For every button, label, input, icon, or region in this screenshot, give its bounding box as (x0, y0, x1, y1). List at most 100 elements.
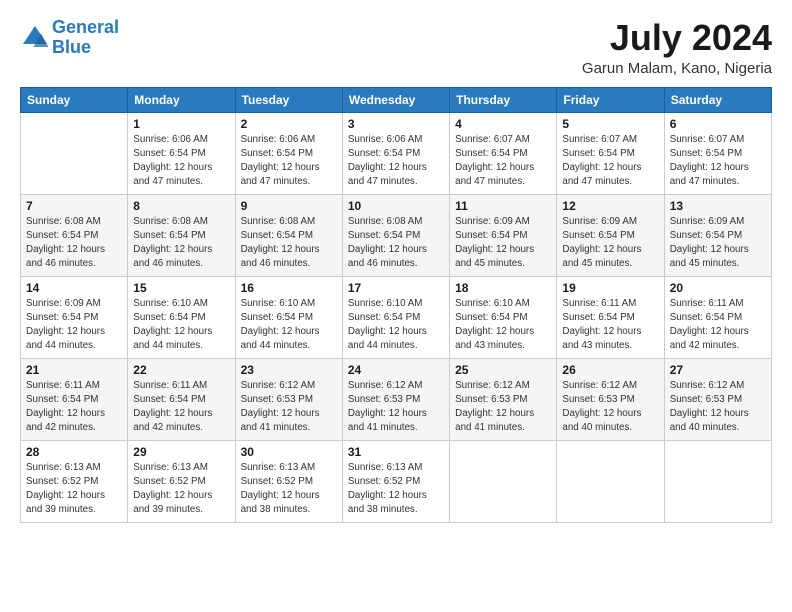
calendar-cell: 11 Sunrise: 6:09 AM Sunset: 6:54 PM Dayli… (450, 194, 557, 276)
day-info: Sunrise: 6:07 AM Sunset: 6:54 PM Dayligh… (562, 133, 658, 190)
day-info: Sunrise: 6:10 AM Sunset: 6:54 PM Dayligh… (348, 297, 444, 354)
calendar-cell: 20 Sunrise: 6:11 AM Sunset: 6:54 PM Dayli… (664, 276, 771, 358)
calendar-cell: 27 Sunrise: 6:12 AM Sunset: 6:53 PM Dayli… (664, 358, 771, 440)
calendar-cell: 23Sunrise: 6:12 AM Sunset: 6:53 PM Dayli… (235, 358, 342, 440)
day-info: Sunrise: 6:12 AM Sunset: 6:53 PM Dayligh… (670, 379, 766, 436)
col-wednesday: Wednesday (342, 87, 449, 112)
day-info: Sunrise: 6:08 AM Sunset: 6:54 PM Dayligh… (348, 215, 444, 272)
calendar-header-row: Sunday Monday Tuesday Wednesday Thursday… (21, 87, 772, 112)
day-info: Sunrise: 6:12 AM Sunset: 6:53 PM Dayligh… (455, 379, 551, 436)
calendar-cell: 16Sunrise: 6:10 AM Sunset: 6:54 PM Dayli… (235, 276, 342, 358)
calendar-cell: 28Sunrise: 6:13 AM Sunset: 6:52 PM Dayli… (21, 440, 128, 522)
day-info: Sunrise: 6:07 AM Sunset: 6:54 PM Dayligh… (670, 133, 766, 190)
day-info: Sunrise: 6:09 AM Sunset: 6:54 PM Dayligh… (562, 215, 658, 272)
calendar-cell: 2Sunrise: 6:06 AM Sunset: 6:54 PM Daylig… (235, 112, 342, 194)
day-info: Sunrise: 6:09 AM Sunset: 6:54 PM Dayligh… (670, 215, 766, 272)
day-number: 20 (670, 281, 766, 295)
calendar-cell: 29 Sunrise: 6:13 AM Sunset: 6:52 PM Dayli… (128, 440, 235, 522)
calendar-cell: 18 Sunrise: 6:10 AM Sunset: 6:54 PM Dayli… (450, 276, 557, 358)
col-monday: Monday (128, 87, 235, 112)
col-tuesday: Tuesday (235, 87, 342, 112)
day-number: 23 (241, 363, 337, 377)
day-info: Sunrise: 6:13 AM Sunset: 6:52 PM Dayligh… (348, 461, 444, 518)
calendar-cell: 8 Sunrise: 6:08 AM Sunset: 6:54 PM Daylig… (128, 194, 235, 276)
calendar-cell: 22 Sunrise: 6:11 AM Sunset: 6:54 PM Dayli… (128, 358, 235, 440)
day-number: 13 (670, 199, 766, 213)
day-number: 10 (348, 199, 444, 213)
day-number: 27 (670, 363, 766, 377)
day-info: Sunrise: 6:09 AM Sunset: 6:54 PM Dayligh… (455, 215, 551, 272)
day-number: 11 (455, 199, 551, 213)
day-number: 15 (133, 281, 229, 295)
day-number: 8 (133, 199, 229, 213)
day-number: 4 (455, 117, 551, 131)
col-thursday: Thursday (450, 87, 557, 112)
calendar-cell: 3 Sunrise: 6:06 AM Sunset: 6:54 PM Daylig… (342, 112, 449, 194)
calendar-cell: 6 Sunrise: 6:07 AM Sunset: 6:54 PM Daylig… (664, 112, 771, 194)
day-info: Sunrise: 6:08 AM Sunset: 6:54 PM Dayligh… (241, 215, 337, 272)
day-number: 31 (348, 445, 444, 459)
header: General Blue July 2024 Garun Malam, Kano… (20, 18, 772, 77)
day-number: 29 (133, 445, 229, 459)
day-number: 17 (348, 281, 444, 295)
calendar-cell: 25Sunrise: 6:12 AM Sunset: 6:53 PM Dayli… (450, 358, 557, 440)
day-info: Sunrise: 6:13 AM Sunset: 6:52 PM Dayligh… (133, 461, 229, 518)
page: General Blue July 2024 Garun Malam, Kano… (0, 0, 792, 612)
logo-icon (20, 23, 50, 53)
day-info: Sunrise: 6:10 AM Sunset: 6:54 PM Dayligh… (241, 297, 337, 354)
day-info: Sunrise: 6:06 AM Sunset: 6:54 PM Dayligh… (133, 133, 229, 190)
calendar-cell: 10 Sunrise: 6:08 AM Sunset: 6:54 PM Dayli… (342, 194, 449, 276)
week-row-1: 1 Sunrise: 6:06 AM Sunset: 6:54 PM Daylig… (21, 112, 772, 194)
calendar-cell: 21Sunrise: 6:11 AM Sunset: 6:54 PM Dayli… (21, 358, 128, 440)
calendar-cell: 13 Sunrise: 6:09 AM Sunset: 6:54 PM Dayli… (664, 194, 771, 276)
calendar-cell: 31 Sunrise: 6:13 AM Sunset: 6:52 PM Dayli… (342, 440, 449, 522)
calendar-cell: 17 Sunrise: 6:10 AM Sunset: 6:54 PM Dayli… (342, 276, 449, 358)
day-info: Sunrise: 6:11 AM Sunset: 6:54 PM Dayligh… (133, 379, 229, 436)
day-number: 30 (241, 445, 337, 459)
day-number: 6 (670, 117, 766, 131)
day-info: Sunrise: 6:12 AM Sunset: 6:53 PM Dayligh… (562, 379, 658, 436)
calendar-table: Sunday Monday Tuesday Wednesday Thursday… (20, 87, 772, 523)
logo-text: General Blue (52, 18, 119, 58)
day-number: 18 (455, 281, 551, 295)
calendar-cell (21, 112, 128, 194)
calendar-cell: 24 Sunrise: 6:12 AM Sunset: 6:53 PM Dayli… (342, 358, 449, 440)
day-number: 3 (348, 117, 444, 131)
logo-line2: Blue (52, 37, 91, 57)
day-number: 19 (562, 281, 658, 295)
day-number: 26 (562, 363, 658, 377)
day-number: 22 (133, 363, 229, 377)
day-info: Sunrise: 6:08 AM Sunset: 6:54 PM Dayligh… (26, 215, 122, 272)
week-row-5: 28 Sunrise: 6:13 AM Sunset: 6:52 PM Dayli… (21, 440, 772, 522)
day-info: Sunrise: 6:10 AM Sunset: 6:54 PM Dayligh… (455, 297, 551, 354)
day-info: Sunrise: 6:08 AM Sunset: 6:54 PM Dayligh… (133, 215, 229, 272)
day-info: Sunrise: 6:11 AM Sunset: 6:54 PM Dayligh… (670, 297, 766, 354)
calendar-cell (557, 440, 664, 522)
day-info: Sunrise: 6:09 AM Sunset: 6:54 PM Dayligh… (26, 297, 122, 354)
day-number: 24 (348, 363, 444, 377)
day-info: Sunrise: 6:07 AM Sunset: 6:54 PM Dayligh… (455, 133, 551, 190)
week-row-4: 21 Sunrise: 6:11 AM Sunset: 6:54 PM Dayli… (21, 358, 772, 440)
calendar-cell: 4 Sunrise: 6:07 AM Sunset: 6:54 PM Daylig… (450, 112, 557, 194)
day-number: 28 (26, 445, 122, 459)
day-number: 5 (562, 117, 658, 131)
month-title: July 2024 (582, 18, 772, 58)
calendar-cell: 7Sunrise: 6:08 AM Sunset: 6:54 PM Daylig… (21, 194, 128, 276)
calendar-cell: 15Sunrise: 6:10 AM Sunset: 6:54 PM Dayli… (128, 276, 235, 358)
calendar-cell: 30Sunrise: 6:13 AM Sunset: 6:52 PM Dayli… (235, 440, 342, 522)
day-info: Sunrise: 6:12 AM Sunset: 6:53 PM Dayligh… (348, 379, 444, 436)
week-row-3: 14 Sunrise: 6:09 AM Sunset: 6:54 PM Dayli… (21, 276, 772, 358)
calendar-cell: 1 Sunrise: 6:06 AM Sunset: 6:54 PM Daylig… (128, 112, 235, 194)
col-saturday: Saturday (664, 87, 771, 112)
col-sunday: Sunday (21, 87, 128, 112)
day-number: 21 (26, 363, 122, 377)
logo-line1: General (52, 17, 119, 37)
day-number: 1 (133, 117, 229, 131)
day-number: 14 (26, 281, 122, 295)
calendar-cell: 12Sunrise: 6:09 AM Sunset: 6:54 PM Dayli… (557, 194, 664, 276)
calendar-cell: 14 Sunrise: 6:09 AM Sunset: 6:54 PM Dayli… (21, 276, 128, 358)
day-info: Sunrise: 6:06 AM Sunset: 6:54 PM Dayligh… (348, 133, 444, 190)
logo: General Blue (20, 18, 119, 58)
calendar-cell: 9Sunrise: 6:08 AM Sunset: 6:54 PM Daylig… (235, 194, 342, 276)
calendar-cell: 19Sunrise: 6:11 AM Sunset: 6:54 PM Dayli… (557, 276, 664, 358)
